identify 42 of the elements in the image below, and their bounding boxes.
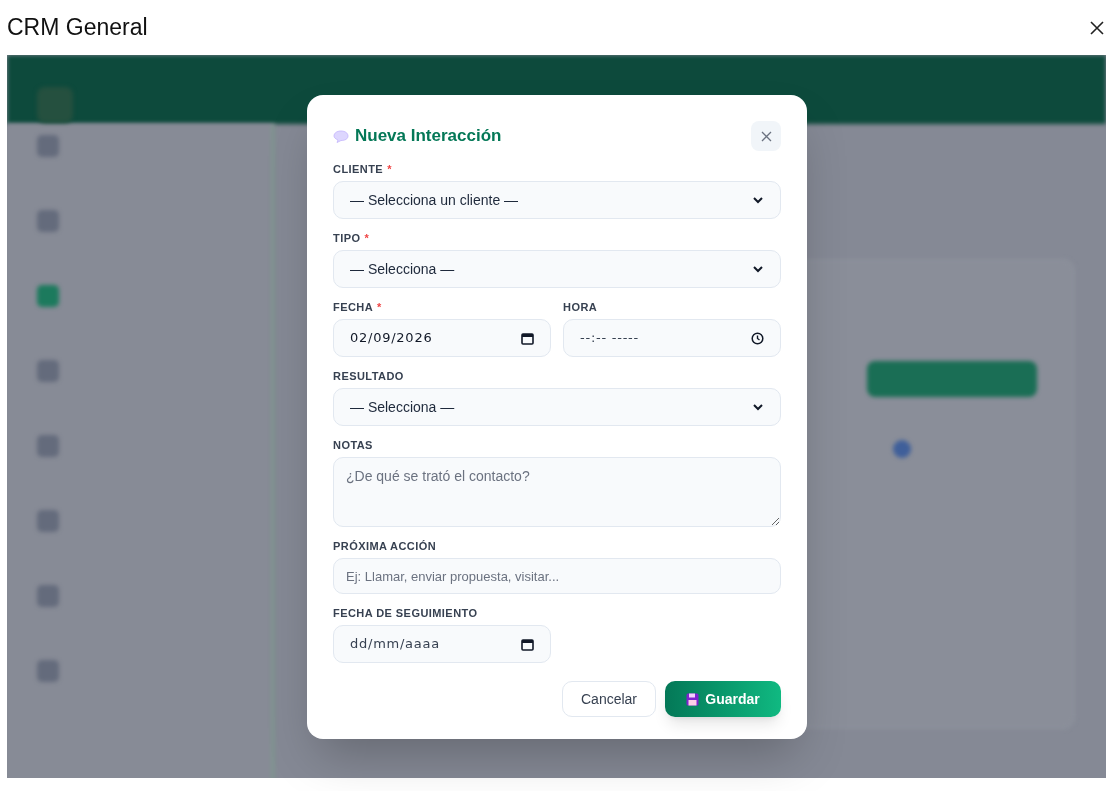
- field-label: RESULTADO: [333, 370, 404, 383]
- blurred-icon: [37, 285, 59, 307]
- field-label: FECHA DE SEGUIMIENTO: [333, 607, 478, 620]
- date-field[interactable]: dd/mm/aaaa: [333, 625, 551, 663]
- notes-textarea[interactable]: ¿De qué se trató el contacto?: [333, 457, 781, 527]
- blurred-logo: [37, 87, 73, 123]
- blurred-icon: [37, 510, 59, 532]
- field-label: NOTAS: [333, 439, 373, 452]
- text-input-field[interactable]: Ej: Llamar, enviar propuesta, visitar...: [333, 558, 781, 594]
- select-field[interactable]: — Selecciona —: [333, 250, 781, 288]
- select-field[interactable]: — Selecciona un cliente —: [333, 181, 781, 219]
- blurred-icon: [37, 360, 59, 382]
- required-mark: *: [364, 232, 369, 245]
- time-field[interactable]: --:-- -----: [563, 319, 781, 357]
- blurred-icon: [37, 135, 59, 157]
- clock-icon[interactable]: [751, 331, 764, 345]
- speech-bubble-icon: [333, 129, 349, 143]
- close-button[interactable]: [751, 121, 781, 151]
- chevron-down-icon: [752, 194, 764, 206]
- blurred-icon: [37, 435, 59, 457]
- field-label: HORA: [563, 301, 598, 314]
- date-field[interactable]: 02/09/2026: [333, 319, 551, 357]
- field-label: CLIENTE: [333, 163, 384, 176]
- blurred-icon: [37, 210, 59, 232]
- cancel-button[interactable]: Cancelar: [562, 681, 656, 717]
- blurred-dot: [893, 440, 911, 458]
- field-label: TIPO: [333, 232, 361, 245]
- blurred-icon: [37, 585, 59, 607]
- required-mark: *: [387, 163, 392, 176]
- close-icon[interactable]: [1089, 19, 1105, 36]
- window-title: CRM General: [7, 13, 148, 43]
- save-button[interactable]: Guardar: [665, 681, 781, 717]
- dialog-title: Nueva Interacción: [355, 125, 502, 148]
- calendar-icon[interactable]: [521, 331, 534, 345]
- calendar-icon[interactable]: [521, 637, 534, 651]
- select-field[interactable]: — Selecciona —: [333, 388, 781, 426]
- chevron-down-icon: [752, 401, 764, 413]
- chevron-down-icon: [752, 263, 764, 275]
- field-label: FECHA: [333, 301, 374, 314]
- required-mark: *: [377, 301, 382, 314]
- field-label: PRÓXIMA ACCIÓN: [333, 540, 437, 553]
- blurred-icon: [37, 660, 59, 682]
